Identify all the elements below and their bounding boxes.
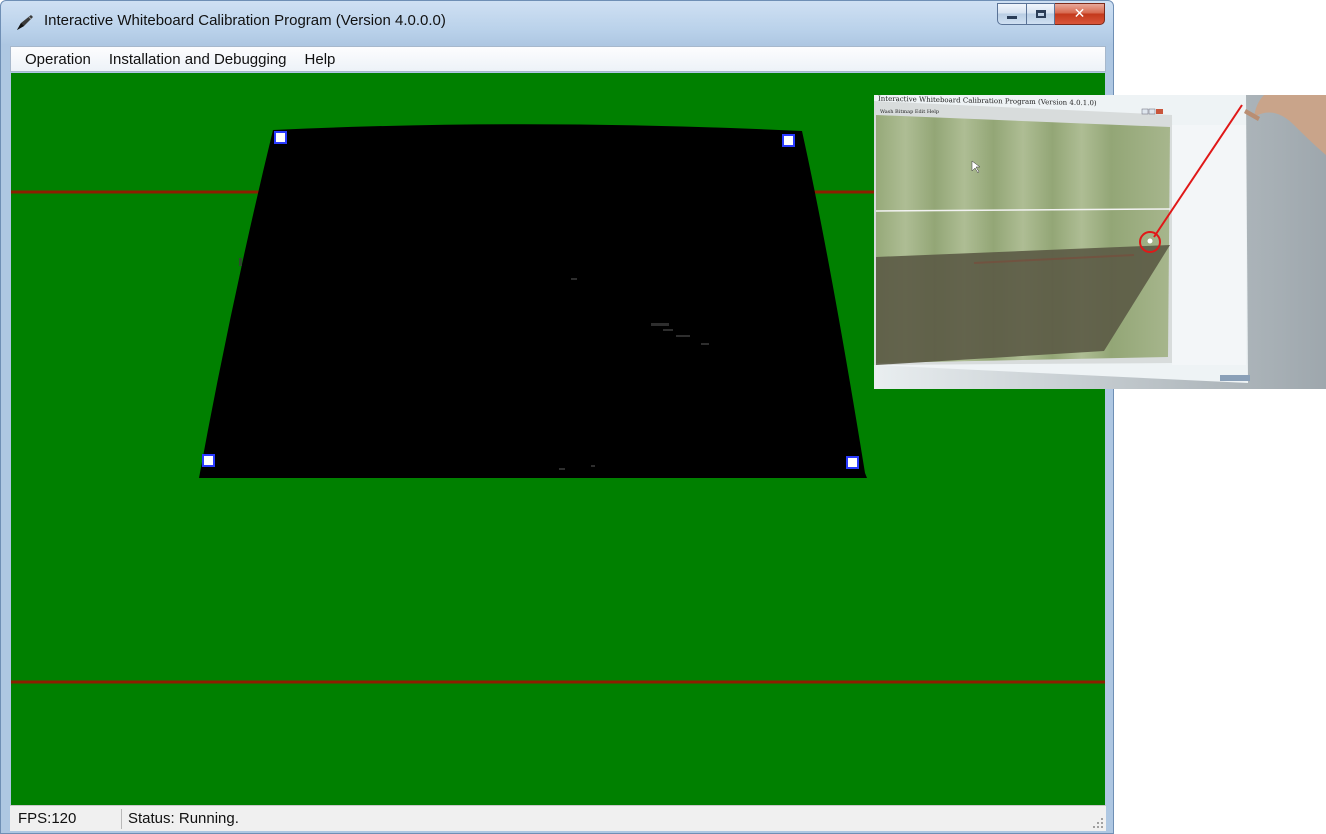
calibration-marker-bottom-right[interactable]: [846, 456, 859, 469]
whiteboard-photo: Interactive Whiteboard Calibration Progr…: [874, 95, 1326, 389]
calibration-marker-top-left[interactable]: [274, 131, 287, 144]
caption-buttons: ✕: [997, 3, 1105, 27]
photo-menu-bar: Wash Bitmap Edit Help: [880, 109, 940, 115]
menu-operation[interactable]: Operation: [11, 51, 100, 68]
minimize-button[interactable]: [997, 3, 1027, 25]
close-button[interactable]: ✕: [1055, 3, 1105, 25]
status-separator: [121, 809, 122, 829]
whiteboard-photo-scene: [874, 95, 1326, 389]
app-pen-icon: [17, 15, 33, 30]
maximize-icon: [1035, 10, 1046, 18]
calibration-marker-top-right[interactable]: [782, 134, 795, 147]
title-bar[interactable]: Interactive Whiteboard Calibration Progr…: [1, 1, 1113, 41]
menu-help[interactable]: Help: [296, 51, 345, 68]
menu-installation-debugging[interactable]: Installation and Debugging: [100, 51, 296, 68]
menu-bar: Operation Installation and Debugging Hel…: [10, 46, 1106, 72]
calibration-marker-bottom-left[interactable]: [202, 454, 215, 467]
fps-readout: FPS:120: [18, 810, 77, 827]
status-bar: FPS:120 Status: Running.: [10, 805, 1106, 831]
projection-area: [199, 124, 867, 479]
maximize-button[interactable]: [1027, 3, 1055, 25]
resize-grip-icon[interactable]: [1092, 817, 1104, 829]
window-title: Interactive Whiteboard Calibration Progr…: [44, 12, 446, 29]
status-text: Status: Running.: [128, 810, 239, 827]
minimize-icon: [1007, 15, 1017, 19]
close-icon: ✕: [1073, 6, 1086, 22]
